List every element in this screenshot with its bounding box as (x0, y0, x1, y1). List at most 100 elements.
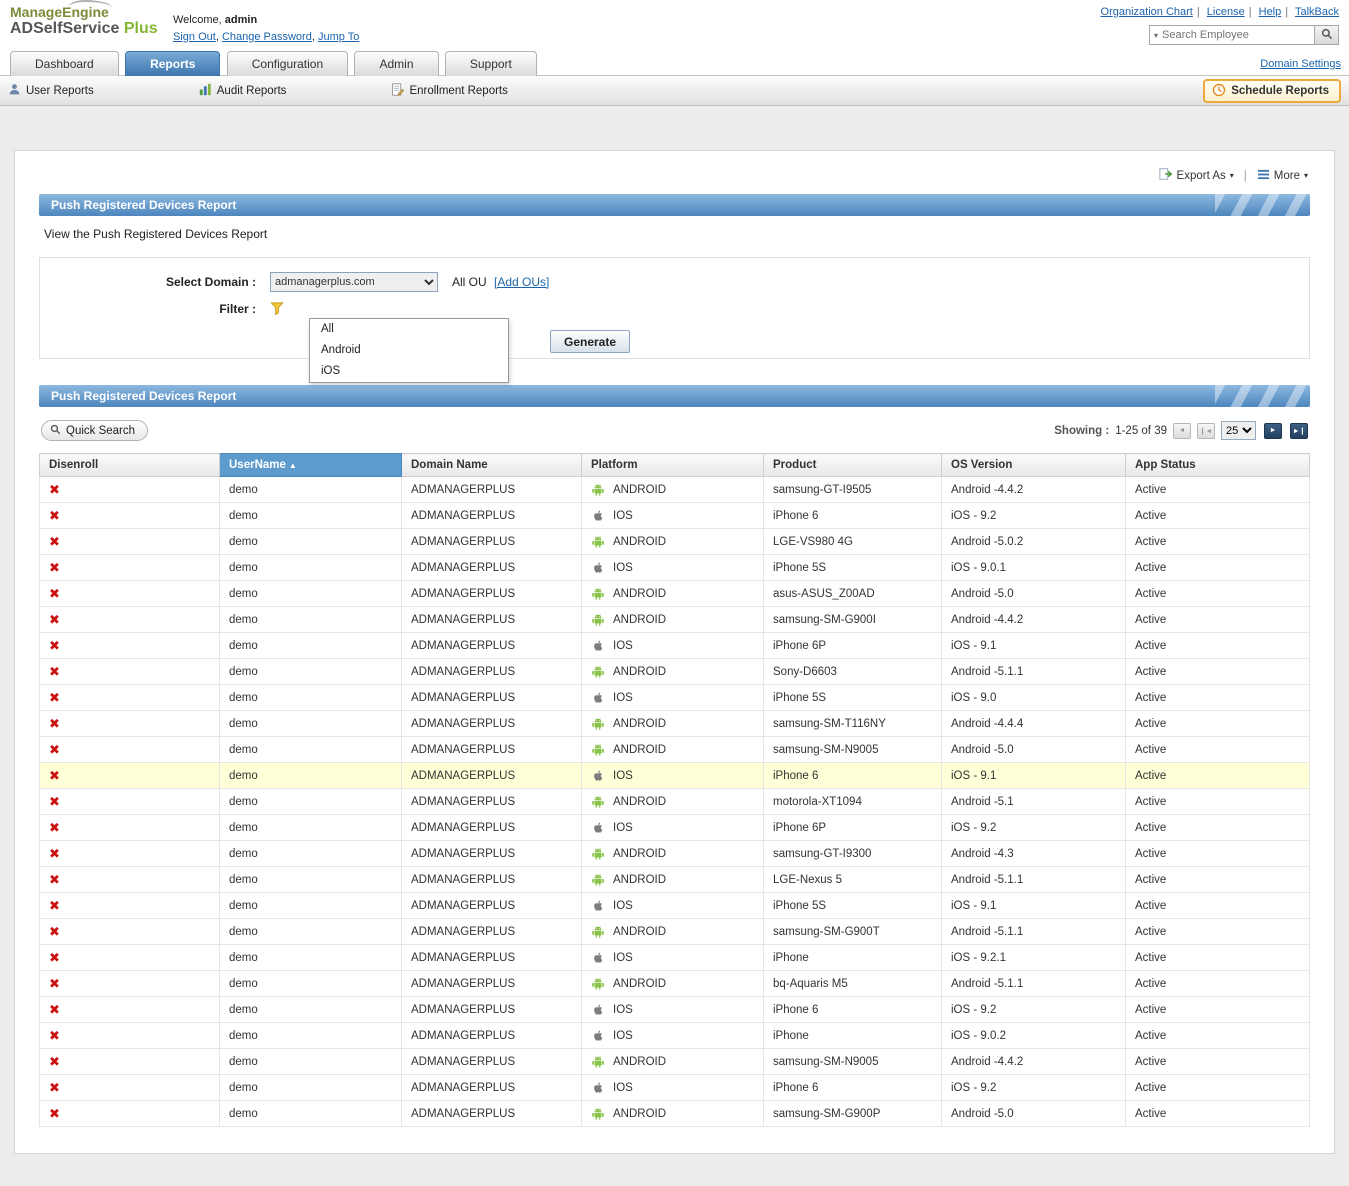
platform-cell: IOS (582, 555, 764, 581)
disenroll-icon[interactable]: ✖ (49, 482, 60, 497)
table-header-row: Disenroll UserName▲ Domain Name Platform… (40, 454, 1310, 477)
disenroll-icon[interactable]: ✖ (49, 560, 60, 575)
disenroll-cell: ✖ (40, 737, 220, 763)
subnav-label: Enrollment Reports (409, 85, 507, 97)
product-cell: LGE-Nexus 5 (764, 867, 942, 893)
organization-chart-link[interactable]: Organization Chart (1101, 6, 1193, 18)
os-version-cell: Android -5.0.2 (942, 529, 1126, 555)
android-icon (591, 483, 605, 497)
filter-option-ios[interactable]: iOS (310, 361, 508, 382)
disenroll-icon[interactable]: ✖ (49, 1106, 60, 1121)
platform-label: ANDROID (613, 848, 666, 860)
platform-label: ANDROID (613, 1056, 666, 1068)
disenroll-icon[interactable]: ✖ (49, 742, 60, 757)
tab-dashboard[interactable]: Dashboard (10, 51, 119, 76)
disenroll-icon[interactable]: ✖ (49, 924, 60, 939)
subnav-item-audit-reports[interactable]: Audit Reports (199, 83, 287, 99)
disenroll-icon[interactable]: ✖ (49, 976, 60, 991)
domain-settings-link[interactable]: Domain Settings (1260, 58, 1341, 70)
disenroll-cell: ✖ (40, 1075, 220, 1101)
table-row: ✖demoADMANAGERPLUSANDROIDsamsung-SM-G900… (40, 607, 1310, 633)
subnav-item-enrollment-reports[interactable]: Enrollment Reports (391, 83, 507, 99)
app-logo[interactable]: ManageEngine ADSelfService Plus (10, 4, 158, 38)
disenroll-icon[interactable]: ✖ (49, 820, 60, 835)
disenroll-icon[interactable]: ✖ (49, 586, 60, 601)
col-platform[interactable]: Platform (582, 454, 764, 477)
col-os-version[interactable]: OS Version (942, 454, 1126, 477)
domain-name-cell: ADMANAGERPLUS (402, 841, 582, 867)
product-name: ADSelfService (10, 20, 119, 37)
os-version-cell: Android -5.0 (942, 1101, 1126, 1127)
platform-label: IOS (613, 562, 633, 574)
page-size-select[interactable]: 25 (1221, 421, 1256, 440)
table-row: ✖demoADMANAGERPLUSIOSiPhoneiOS - 9.0.2Ac… (40, 1023, 1310, 1049)
app-status-cell: Active (1126, 711, 1310, 737)
document-icon (391, 83, 404, 99)
search-icon (50, 424, 61, 438)
tab-support[interactable]: Support (445, 51, 537, 76)
quick-search-button[interactable]: Quick Search (41, 420, 148, 441)
tab-configuration[interactable]: Configuration (227, 51, 348, 76)
license-link[interactable]: License (1207, 6, 1245, 18)
filter-option-all[interactable]: All (310, 319, 508, 340)
search-button[interactable] (1314, 26, 1338, 44)
sign-out-link[interactable]: Sign Out (173, 31, 216, 43)
talkback-link[interactable]: TalkBack (1295, 6, 1339, 18)
disenroll-icon[interactable]: ✖ (49, 716, 60, 731)
disenroll-icon[interactable]: ✖ (49, 1028, 60, 1043)
disenroll-icon[interactable]: ✖ (49, 1054, 60, 1069)
first-page-button[interactable]: ❙◄ (1197, 423, 1215, 439)
results-title-bar: Push Registered Devices Report (39, 385, 1310, 407)
disenroll-icon[interactable]: ✖ (49, 534, 60, 549)
top-header: ManageEngine ADSelfService Plus Welcome,… (0, 0, 1349, 46)
col-app-status[interactable]: App Status (1126, 454, 1310, 477)
product-cell: asus-ASUS_Z00AD (764, 581, 942, 607)
app-status-cell: Active (1126, 1075, 1310, 1101)
disenroll-icon[interactable]: ✖ (49, 1002, 60, 1017)
disenroll-icon[interactable]: ✖ (49, 612, 60, 627)
disenroll-cell: ✖ (40, 971, 220, 997)
generate-button[interactable]: Generate (550, 330, 630, 353)
tab-admin[interactable]: Admin (354, 51, 438, 76)
export-as-button[interactable]: Export As ▾ (1159, 167, 1234, 184)
caret-down-icon: ▾ (1304, 171, 1308, 180)
next-page-button[interactable]: ► (1264, 423, 1282, 439)
disenroll-icon[interactable]: ✖ (49, 664, 60, 679)
domain-name-cell: ADMANAGERPLUS (402, 737, 582, 763)
disenroll-icon[interactable]: ✖ (49, 846, 60, 861)
username-cell: demo (220, 737, 402, 763)
os-version-cell: iOS - 9.1 (942, 893, 1126, 919)
subnav-item-user-reports[interactable]: User Reports (8, 83, 94, 99)
filter-funnel-icon[interactable] (270, 301, 285, 316)
disenroll-icon[interactable]: ✖ (49, 872, 60, 887)
col-username[interactable]: UserName▲ (220, 454, 402, 477)
help-link[interactable]: Help (1259, 6, 1282, 18)
search-scope-caret-icon[interactable]: ▾ (1150, 31, 1162, 40)
change-password-link[interactable]: Change Password (222, 31, 312, 43)
filter-option-android[interactable]: Android (310, 340, 508, 361)
os-version-cell: iOS - 9.2.1 (942, 945, 1126, 971)
android-icon (591, 873, 605, 887)
disenroll-icon[interactable]: ✖ (49, 638, 60, 653)
last-page-button[interactable]: ►❙ (1290, 423, 1308, 439)
platform-cell: IOS (582, 815, 764, 841)
col-domain-name[interactable]: Domain Name (402, 454, 582, 477)
search-input[interactable] (1162, 29, 1314, 41)
schedule-reports-button[interactable]: Schedule Reports (1203, 79, 1341, 103)
jump-to-link[interactable]: Jump To (318, 31, 359, 43)
disenroll-icon[interactable]: ✖ (49, 768, 60, 783)
product-cell: iPhone 6 (764, 1075, 942, 1101)
disenroll-icon[interactable]: ✖ (49, 898, 60, 913)
disenroll-icon[interactable]: ✖ (49, 794, 60, 809)
disenroll-icon[interactable]: ✖ (49, 508, 60, 523)
disenroll-icon[interactable]: ✖ (49, 690, 60, 705)
prev-page-button[interactable]: ◄ (1173, 423, 1191, 439)
more-button[interactable]: More ▾ (1257, 169, 1308, 183)
disenroll-icon[interactable]: ✖ (49, 950, 60, 965)
col-product[interactable]: Product (764, 454, 942, 477)
tab-reports[interactable]: Reports (125, 51, 220, 76)
add-ous-link[interactable]: [Add OUs] (494, 275, 549, 289)
domain-select[interactable]: admanagerplus.com (270, 272, 438, 292)
disenroll-icon[interactable]: ✖ (49, 1080, 60, 1095)
col-disenroll[interactable]: Disenroll (40, 454, 220, 477)
